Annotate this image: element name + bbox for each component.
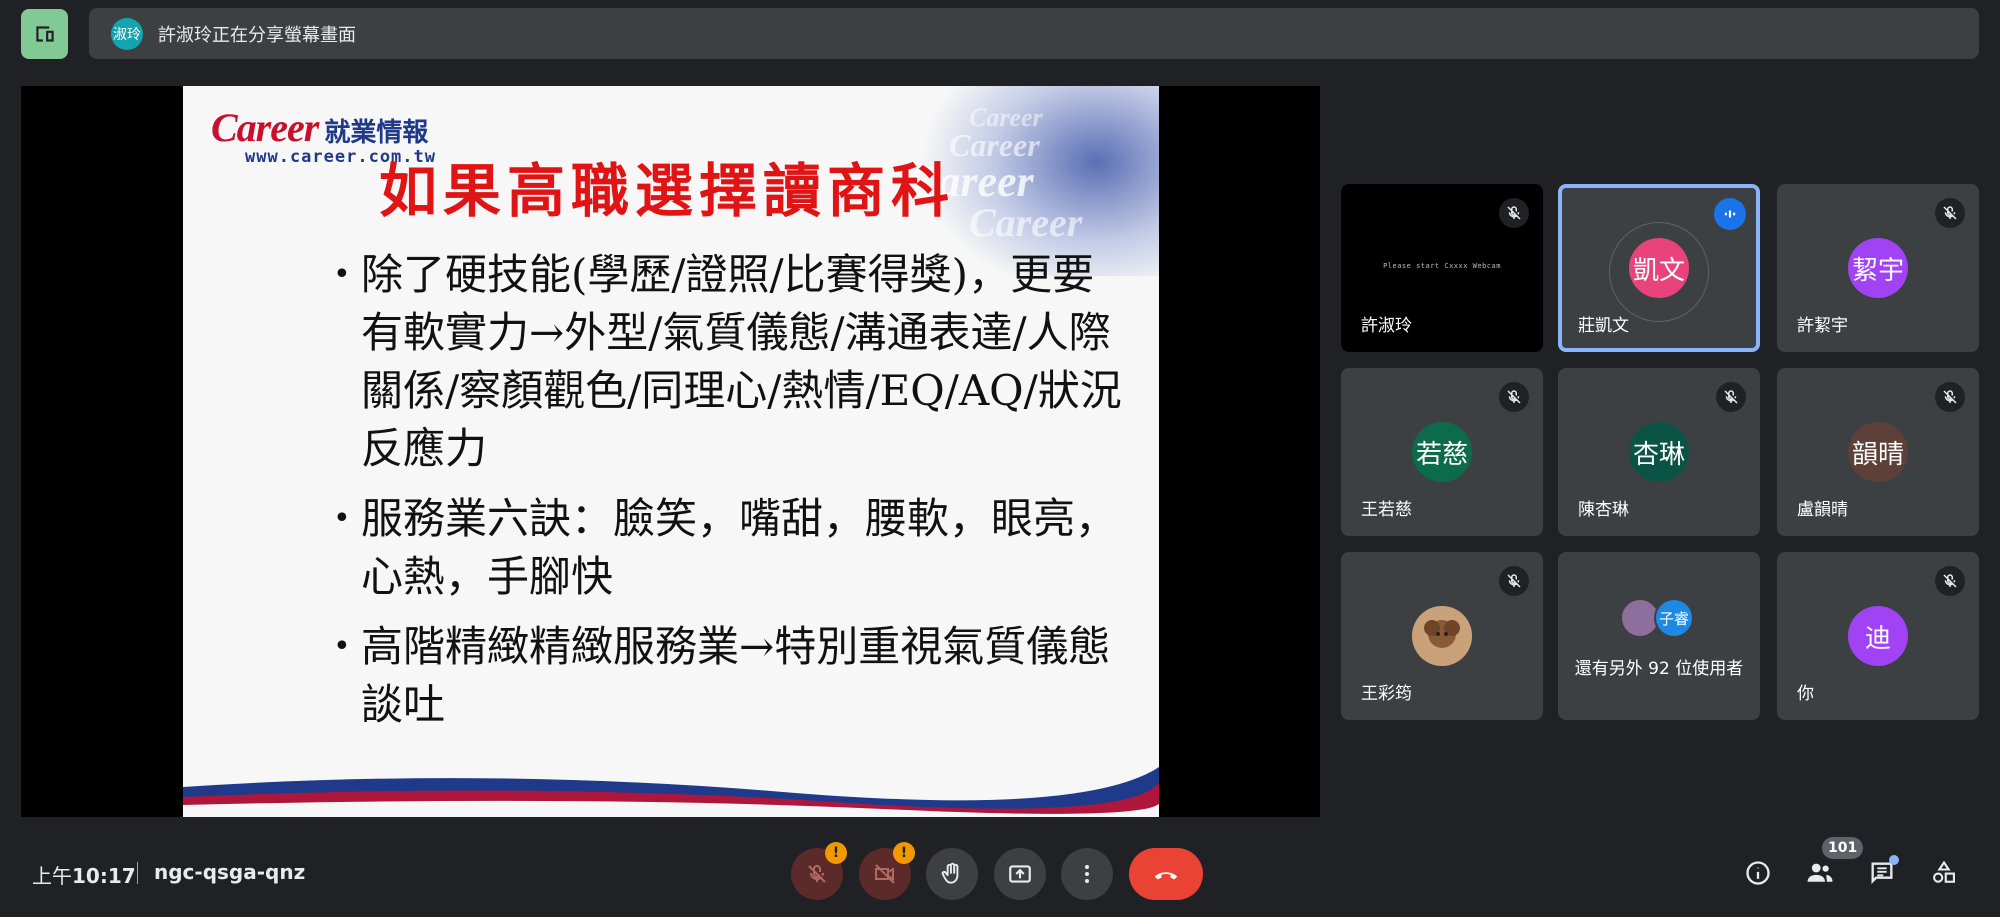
mic-off-icon <box>1935 382 1965 412</box>
activities-icon <box>1933 860 1955 883</box>
meeting-details-button[interactable] <box>1740 855 1776 891</box>
mic-off-icon <box>1935 566 1965 596</box>
mic-off-icon <box>1935 198 1965 228</box>
participant-tile[interactable]: 韻晴 盧韻晴 <box>1777 368 1979 536</box>
avatar: 杏琳 <box>1629 422 1689 482</box>
avatar: 韻晴 <box>1848 422 1908 482</box>
webcam-placeholder-text: Please start Cxxxx Webcam <box>1383 262 1501 270</box>
present-to-all-icon <box>1009 865 1031 883</box>
mic-off-icon <box>1716 382 1746 412</box>
participant-tile-active[interactable]: 凱文 莊凱文 <box>1558 184 1760 352</box>
participant-count-badge: 101 <box>1822 837 1864 859</box>
participant-tile[interactable]: 王彩筠 <box>1341 552 1543 720</box>
logo-brand: Career <box>211 105 319 150</box>
participant-name: 王彩筠 <box>1361 684 1412 704</box>
more-options-button[interactable] <box>1061 848 1113 900</box>
avatar: 絜宇 <box>1848 238 1908 298</box>
slide-bullet: • 除了硬技能(學歷/證照/比賽得獎)，更要有軟實力→外型/氣質儀態/溝通表達/人… <box>333 250 1122 473</box>
participant-name: 莊凱文 <box>1578 316 1629 336</box>
slide-body: • 除了硬技能(學歷/證照/比賽得獎)，更要有軟實力→外型/氣質儀態/溝通表達/人… <box>333 246 1123 746</box>
participant-name: 盧韻晴 <box>1797 500 1848 520</box>
participant-tile[interactable]: 杏琳 陳杏琳 <box>1558 368 1760 536</box>
self-tile[interactable]: 迪 你 <box>1777 552 1979 720</box>
shared-screen: Career Career Career Career Career 就業情報 w… <box>21 86 1320 817</box>
more-participants-text: 還有另外 92 位使用者 <box>1574 659 1744 679</box>
participant-name: 陳杏琳 <box>1578 500 1629 520</box>
more-vert-icon <box>1085 865 1089 883</box>
people-button[interactable] <box>1802 855 1838 891</box>
slide-wave-decoration <box>183 767 1159 817</box>
participant-tile[interactable]: 若慈 王若慈 <box>1341 368 1543 536</box>
camera-toggle-button[interactable]: ! <box>859 842 915 900</box>
presenting-banner: 淑玲 許淑玲正在分享螢幕畫面 <box>89 8 1979 59</box>
slide-title: 如果高職選擇讀商科 <box>379 157 956 225</box>
warning-badge: ! <box>893 842 915 864</box>
participant-tile[interactable]: Please start Cxxxx Webcam 許淑玲 <box>1341 184 1543 352</box>
mic-off-icon <box>1499 382 1529 412</box>
mic-toggle-button[interactable]: ! <box>791 842 847 900</box>
layout-button[interactable] <box>21 9 68 59</box>
avatar: 若慈 <box>1412 422 1472 482</box>
divider <box>137 862 138 884</box>
camera-off-icon <box>875 864 895 884</box>
participant-tile[interactable]: 絜宇 許絜宇 <box>1777 184 1979 352</box>
participant-name: 許絜宇 <box>1797 316 1848 336</box>
raise-hand-button[interactable] <box>926 848 978 900</box>
more-participants-tile[interactable]: 子睿 還有另外 92 位使用者 <box>1558 552 1760 720</box>
avatar-photo <box>1412 606 1472 666</box>
meeting-time: 上午10:17 <box>32 864 136 888</box>
avatar: 凱文 <box>1629 238 1689 298</box>
slide-bullet: • 服務業六訣：臉笑，嘴甜，腰軟，眼亮，心熱，手腳快 <box>333 494 1118 601</box>
presenter-avatar: 淑玲 <box>111 17 143 50</box>
participant-name: 你 <box>1797 684 1814 704</box>
presentation-slide: Career Career Career Career Career 就業情報 w… <box>183 86 1159 817</box>
meeting-code: ngc-qsga-qnz <box>154 860 306 884</box>
participant-name: 許淑玲 <box>1361 316 1412 336</box>
leave-call-button[interactable] <box>1129 848 1203 900</box>
people-icon <box>1807 863 1833 882</box>
warning-badge: ! <box>825 842 847 864</box>
avatar: 子睿 <box>1654 598 1694 638</box>
info-icon <box>1746 861 1770 885</box>
presenting-text: 許淑玲正在分享螢幕畫面 <box>158 24 356 46</box>
present-screen-button[interactable] <box>994 848 1046 900</box>
participant-name: 王若慈 <box>1361 500 1412 520</box>
avatar: 迪 <box>1848 606 1908 666</box>
svg-text:Career: Career <box>969 200 1083 245</box>
activities-button[interactable] <box>1926 855 1962 891</box>
avatar-stack: 子睿 <box>1620 596 1700 640</box>
present-to-all-icon <box>35 26 54 42</box>
mic-off-icon <box>808 865 826 883</box>
audio-level-icon <box>1714 198 1746 230</box>
hand-icon <box>941 862 959 884</box>
mic-off-icon <box>1499 566 1529 596</box>
slide-bullet: • 高階精緻精緻服務業→特別重視氣質儀態談吐 <box>333 622 1111 729</box>
mic-off-icon <box>1499 198 1529 228</box>
logo-brand-cn: 就業情報 <box>324 118 429 147</box>
chat-notification-dot <box>1889 855 1899 865</box>
call-end-icon <box>1154 872 1178 880</box>
